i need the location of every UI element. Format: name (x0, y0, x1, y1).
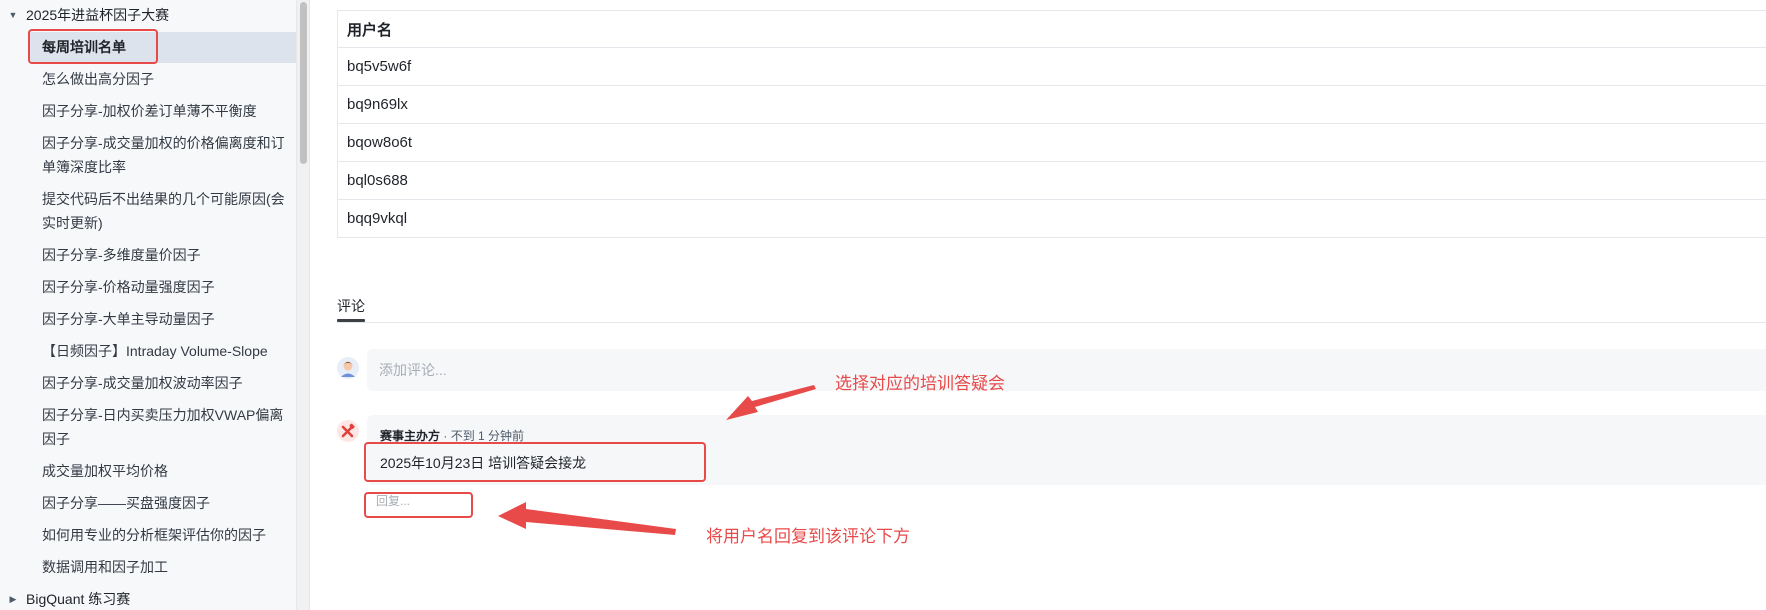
arrow-reply-icon (498, 502, 676, 535)
arrow-select-icon (726, 385, 816, 420)
annotation-arrows (498, 385, 816, 535)
